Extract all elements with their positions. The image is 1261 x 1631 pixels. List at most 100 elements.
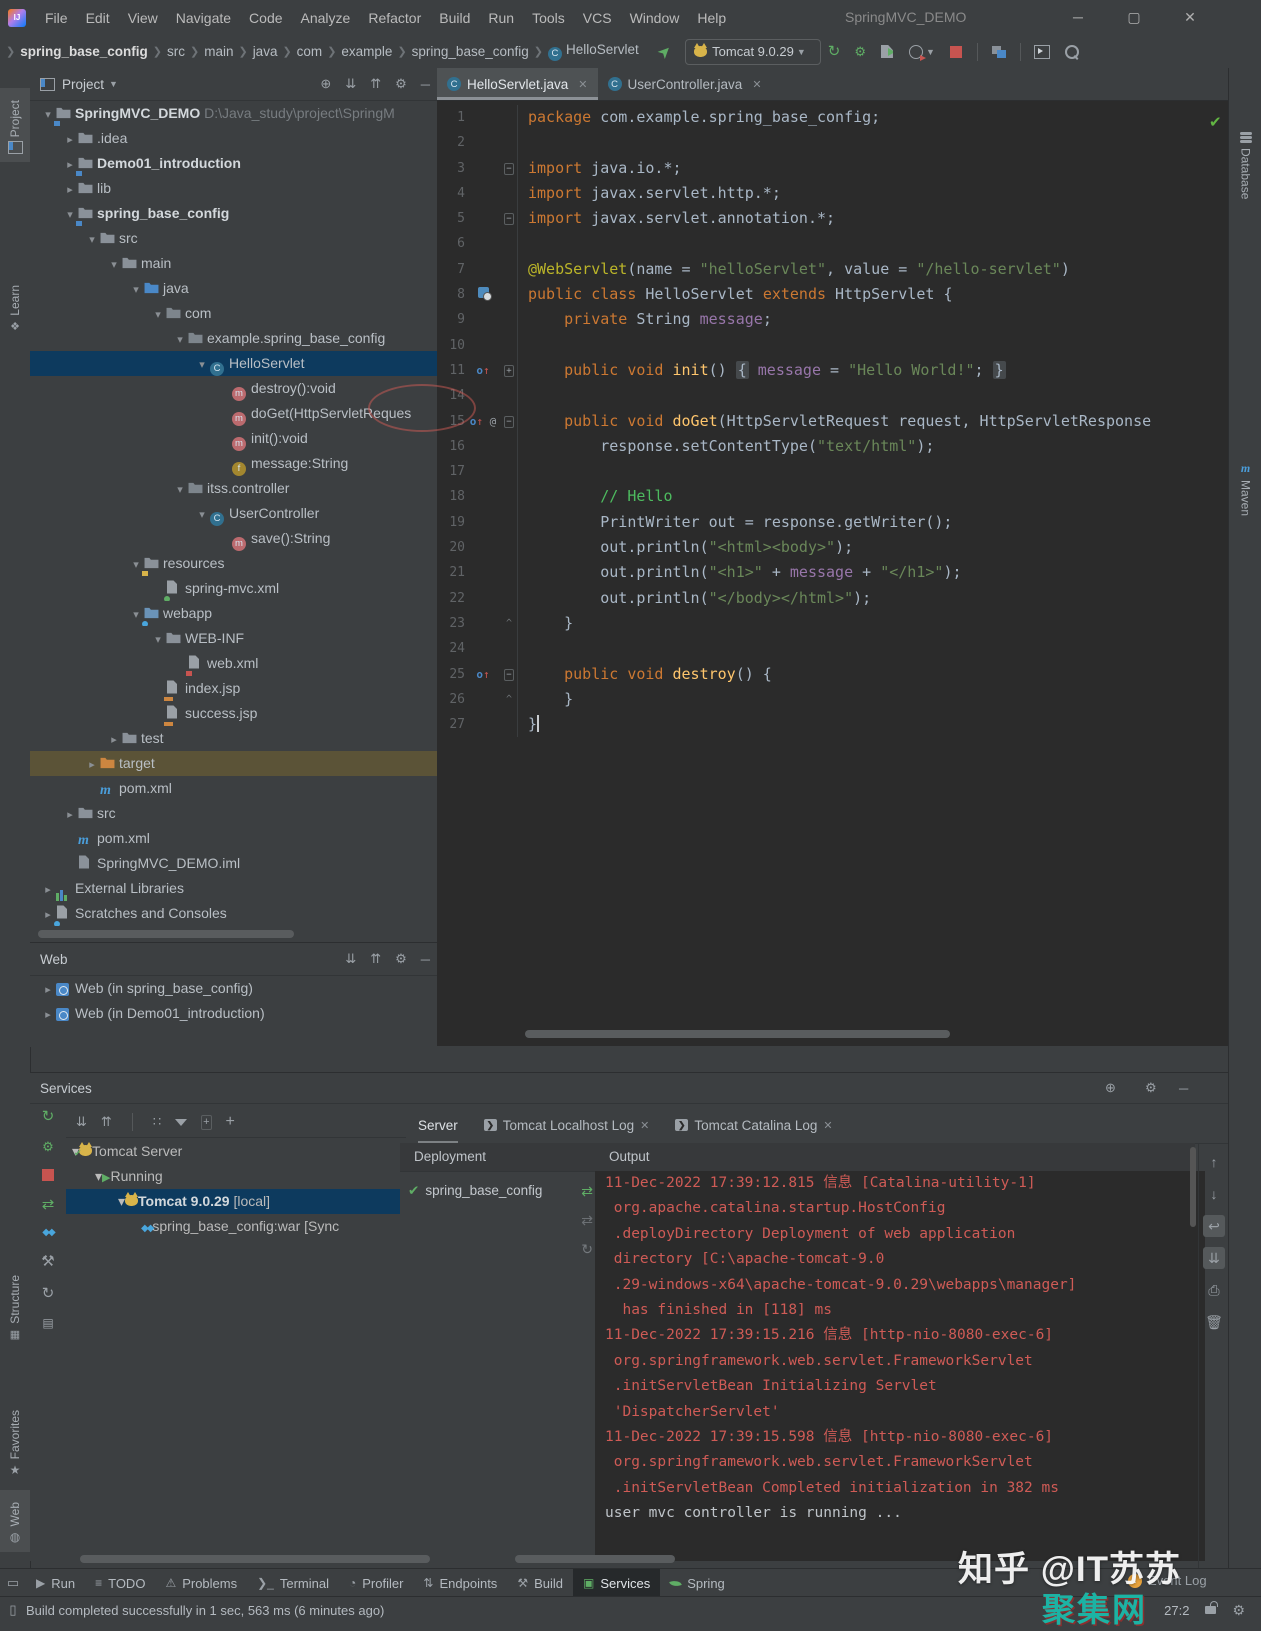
chevron-down-icon[interactable]: ▾ xyxy=(118,1193,125,1209)
chevron-right-icon[interactable]: ▸ xyxy=(62,178,78,201)
menu-run[interactable]: Run xyxy=(479,10,523,26)
toolwindow-tab-terminal[interactable]: ❯_Terminal xyxy=(247,1569,339,1597)
debug-icon[interactable]: ⚙ xyxy=(854,44,866,59)
tool-stripe-favorites[interactable]: Favorites ★ xyxy=(0,1398,30,1485)
breadcrumb-item[interactable]: java xyxy=(253,44,278,59)
deployment-item[interactable]: ✔ spring_base_config xyxy=(400,1178,595,1204)
chevron-right-icon[interactable]: ▸ xyxy=(106,728,122,751)
menu-view[interactable]: View xyxy=(119,10,167,26)
inspection-ok-icon[interactable]: ✔ xyxy=(1209,113,1222,131)
override-icon[interactable]: o↑ xyxy=(476,364,489,377)
settings-sync-icon[interactable]: ⚙ xyxy=(1232,1602,1245,1619)
tree-row[interactable]: ▸External Libraries xyxy=(30,876,437,901)
fold-marker[interactable]: − xyxy=(504,669,513,680)
layout-icon[interactable]: ▤ xyxy=(42,1316,53,1330)
menu-help[interactable]: Help xyxy=(688,10,735,26)
breadcrumb-item[interactable]: com xyxy=(297,44,323,59)
wrench-icon[interactable]: ⚒ xyxy=(41,1252,54,1270)
chevron-right-icon[interactable]: ▸ xyxy=(40,878,56,901)
breadcrumb-item[interactable]: main xyxy=(204,44,233,59)
profiler-icon[interactable] xyxy=(909,45,923,59)
tool-stripe-web[interactable]: Web ◍ xyxy=(0,1490,30,1552)
print-icon[interactable]: ⎙ xyxy=(1203,1279,1225,1301)
stop-icon[interactable] xyxy=(950,46,962,58)
menu-refactor[interactable]: Refactor xyxy=(359,10,430,26)
scroll-up-icon[interactable]: ↑ xyxy=(1203,1151,1225,1173)
tree-row[interactable]: ▾main xyxy=(30,251,437,276)
rerun-icon[interactable]: ↻ xyxy=(42,1107,55,1125)
chevron-right-icon[interactable]: ▸ xyxy=(84,753,100,776)
tree-row[interactable]: ▾spring_base_config xyxy=(30,201,437,226)
menu-vcs[interactable]: VCS xyxy=(574,10,621,26)
chevron-down-icon[interactable]: ▾ xyxy=(128,278,144,301)
tool-stripe-structure[interactable]: Structure ▦ xyxy=(0,1263,30,1349)
new-tab-icon[interactable]: + xyxy=(201,1115,211,1130)
chevron-down-icon[interactable]: ▾ xyxy=(95,1168,102,1184)
tree-row[interactable]: web.xml xyxy=(30,651,437,676)
override-annotated-icon[interactable]: o↑ @ xyxy=(470,415,497,428)
menu-file[interactable]: File xyxy=(36,10,77,26)
server-tab[interactable]: ❯Tomcat Localhost Log✕ xyxy=(484,1107,650,1143)
editor-tab[interactable]: CUserController.java✕ xyxy=(598,68,772,100)
hide-panel-icon[interactable]: ─ xyxy=(421,77,430,92)
chevron-right-icon[interactable]: ▸ xyxy=(62,128,78,151)
window-icon[interactable]: ▯ xyxy=(0,1602,26,1618)
tree-row[interactable]: ▾itss.controller xyxy=(30,476,437,501)
scroll-to-end-icon[interactable]: ⇊ xyxy=(1203,1247,1225,1269)
tree-row[interactable]: ▾resources xyxy=(30,551,437,576)
hide-panel-icon[interactable]: ─ xyxy=(1179,1081,1188,1096)
tree-row[interactable]: ▾java xyxy=(30,276,437,301)
close-button[interactable]: ✕ xyxy=(1175,5,1205,29)
menu-window[interactable]: Window xyxy=(621,10,689,26)
refresh-icon[interactable]: ↻ xyxy=(581,1241,593,1258)
tree-row[interactable]: index.jsp xyxy=(30,676,437,701)
breadcrumb-item[interactable]: CHelloServlet xyxy=(548,42,639,61)
console-scrollbar[interactable] xyxy=(1190,1147,1196,1227)
tree-row[interactable]: ▾webapp xyxy=(30,601,437,626)
tree-row[interactable]: msave():String xyxy=(30,526,437,551)
web-panel-title[interactable]: Web xyxy=(40,952,68,967)
gear-icon[interactable]: ⚙ xyxy=(1145,1080,1157,1096)
hide-panel-icon[interactable]: ─ xyxy=(421,952,430,967)
chevron-down-icon[interactable]: ▾ xyxy=(172,328,188,351)
services-tree-row[interactable]: ▾Tomcat 9.0.29 [local] xyxy=(66,1189,400,1214)
tree-row[interactable]: ▾CUserController xyxy=(30,501,437,526)
tool-stripe-database[interactable]: Database xyxy=(1229,123,1261,211)
artifact-icon[interactable]: ◆◆ xyxy=(42,1227,53,1238)
tree-row[interactable]: fmessage:String xyxy=(30,451,437,476)
rerun-icon[interactable]: ↻ xyxy=(828,44,841,59)
server-tab[interactable]: Server xyxy=(418,1107,458,1143)
tree-row[interactable]: SpringMVC_DEMO.iml xyxy=(30,851,437,876)
sync-icon[interactable]: ⇄ xyxy=(581,1183,593,1200)
chevron-down-icon[interactable]: ▾ xyxy=(106,253,122,276)
services-panel-title[interactable]: Services xyxy=(40,1081,92,1096)
chevron-down-icon[interactable]: ▾ xyxy=(150,303,166,326)
tree-row[interactable]: mdestroy():void xyxy=(30,376,437,401)
toolwindow-tab-profiler[interactable]: ◔Profiler xyxy=(339,1569,413,1597)
chevron-down-icon[interactable]: ▾ xyxy=(194,353,210,376)
tree-row[interactable]: ▸src xyxy=(30,801,437,826)
tree-row[interactable]: ▸Scratches and Consoles xyxy=(30,901,437,926)
tree-row[interactable]: minit():void xyxy=(30,426,437,451)
tree-row[interactable]: spring-mvc.xml xyxy=(30,576,437,601)
run-anything-icon[interactable] xyxy=(1034,45,1050,59)
fold-marker[interactable]: ^ xyxy=(506,618,512,629)
fold-marker[interactable]: − xyxy=(504,163,513,174)
chevron-right-icon[interactable]: ▸ xyxy=(40,1003,56,1026)
chevron-down-icon[interactable]: ▾ xyxy=(194,503,210,526)
project-panel-title[interactable]: Project xyxy=(62,77,104,92)
filter-icon[interactable] xyxy=(175,1119,187,1126)
tree-row[interactable]: ▾CHelloServlet xyxy=(30,351,437,376)
breadcrumb-item[interactable]: spring_base_config xyxy=(20,44,148,59)
scroll-down-icon[interactable]: ↓ xyxy=(1203,1183,1225,1205)
minimize-button[interactable]: ─ xyxy=(1063,5,1093,29)
tree-row[interactable]: ▸Demo01_introduction xyxy=(30,151,437,176)
chevron-down-icon[interactable]: ▾ xyxy=(150,628,166,651)
services-hscrollbar[interactable] xyxy=(80,1555,430,1563)
hide-windows-icon[interactable]: ▭ xyxy=(0,1575,26,1591)
console-output[interactable]: 11-Dec-2022 17:39:12.815 信息 [Catalina-ut… xyxy=(595,1171,1205,1561)
tree-row[interactable]: mdoGet(HttpServletReques xyxy=(30,401,437,426)
fold-marker[interactable]: − xyxy=(504,416,513,427)
toolwindow-tab-build[interactable]: ⚒Build xyxy=(507,1569,573,1597)
locate-icon[interactable]: ⊕ xyxy=(1105,1080,1116,1096)
